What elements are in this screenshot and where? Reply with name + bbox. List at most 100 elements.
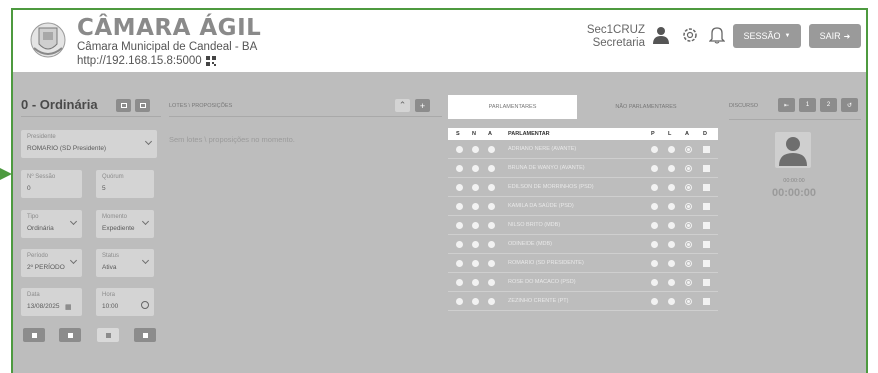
license-radio[interactable] [668,222,675,229]
chevron-down-icon [69,256,78,265]
speech-back-button[interactable]: ⇤ [778,98,795,112]
vote-sim-radio[interactable] [456,203,463,210]
presence-radio[interactable] [651,260,658,267]
license-radio[interactable] [668,279,675,286]
speech-reset-button[interactable]: ↺ [841,98,858,112]
moment-select[interactable]: Momento Expediente [96,210,154,238]
d-checkbox[interactable] [703,146,710,153]
absence-radio[interactable] [685,184,692,191]
presence-radio[interactable] [651,298,658,305]
speech-option-2-button[interactable]: 2 [820,98,837,112]
absence-radio[interactable] [685,165,692,172]
vote-nao-radio[interactable] [472,146,479,153]
license-radio[interactable] [668,298,675,305]
license-radio[interactable] [668,146,675,153]
calendar-icon[interactable]: ▦ [65,303,72,311]
vote-sim-radio[interactable] [456,298,463,305]
tab-nao-parlamentares[interactable]: NÃO PARLAMENTARES [591,95,701,119]
d-checkbox[interactable] [703,260,710,267]
vote-abstencao-radio[interactable] [488,260,495,267]
vote-abstencao-radio[interactable] [488,222,495,229]
absence-radio[interactable] [685,279,692,286]
vote-abstencao-radio[interactable] [488,298,495,305]
absence-radio[interactable] [685,146,692,153]
save-button[interactable] [23,328,45,342]
status-select[interactable]: Status Ativa [96,249,154,277]
user-role: Secretaria [592,37,645,49]
license-radio[interactable] [668,165,675,172]
date-field[interactable]: Data 13/08/2025 ▦ [21,288,82,316]
presence-radio[interactable] [651,279,658,286]
vote-sim-radio[interactable] [456,146,463,153]
license-radio[interactable] [668,241,675,248]
quorum-field[interactable]: Quórum 5 [96,170,154,198]
vote-abstencao-radio[interactable] [488,184,495,191]
license-radio[interactable] [668,203,675,210]
president-select[interactable]: Presidente ROMARIO (SD Presidente) [21,130,157,158]
session-menu-label: SESSÃO [743,31,781,41]
absence-radio[interactable] [685,241,692,248]
vote-nao-radio[interactable] [472,222,479,229]
d-checkbox[interactable] [703,241,710,248]
license-radio[interactable] [668,260,675,267]
absence-radio[interactable] [685,222,692,229]
vote-nao-radio[interactable] [472,203,479,210]
absence-radio[interactable] [685,203,692,210]
d-checkbox[interactable] [703,222,710,229]
vote-sim-radio[interactable] [456,241,463,248]
vote-sim-radio[interactable] [456,279,463,286]
vote-sim-radio[interactable] [456,165,463,172]
collapse-lots-button[interactable]: ⌃ [395,99,410,112]
vote-abstencao-radio[interactable] [488,146,495,153]
presence-radio[interactable] [651,222,658,229]
absence-radio[interactable] [685,298,692,305]
presence-radio[interactable] [651,184,658,191]
add-lot-button[interactable]: + [415,99,430,112]
vote-abstencao-radio[interactable] [488,203,495,210]
print-button[interactable] [116,99,131,112]
type-select[interactable]: Tipo Ordinária [21,210,82,238]
vote-nao-radio[interactable] [472,279,479,286]
vote-nao-radio[interactable] [472,298,479,305]
d-checkbox[interactable] [703,165,710,172]
session-menu-button[interactable]: SESSÃO ▼ [733,24,801,48]
qr-code-icon[interactable] [205,56,216,66]
presence-radio[interactable] [651,165,658,172]
logout-button[interactable]: SAIR ➜ [809,24,861,48]
session-number-field[interactable]: Nº Sessão 0 [21,170,82,198]
vote-sim-radio[interactable] [456,260,463,267]
presence-radio[interactable] [651,241,658,248]
vote-sim-radio[interactable] [456,184,463,191]
copy-button[interactable] [134,328,156,342]
app-title: CÂMARA ÁGIL [77,15,262,41]
user-icon[interactable] [653,26,669,44]
time-field[interactable]: Hora 10:00 [96,288,154,316]
d-checkbox[interactable] [703,203,710,210]
d-checkbox[interactable] [703,184,710,191]
vote-abstencao-radio[interactable] [488,165,495,172]
vote-nao-radio[interactable] [472,241,479,248]
tab-parlamentares[interactable]: PARLAMENTARES [448,95,577,119]
absence-radio[interactable] [685,260,692,267]
presence-radio[interactable] [651,146,658,153]
presence-radio[interactable] [651,203,658,210]
license-radio[interactable] [668,184,675,191]
d-checkbox[interactable] [703,279,710,286]
vote-sim-radio[interactable] [456,222,463,229]
gear-icon[interactable] [681,26,699,44]
chevron-down-icon [144,137,153,146]
vote-abstencao-radio[interactable] [488,241,495,248]
vote-abstencao-radio[interactable] [488,279,495,286]
clock-icon[interactable] [141,301,149,309]
vote-nao-radio[interactable] [472,165,479,172]
period-select[interactable]: Período 2º PERÍODO [21,249,82,277]
col-a2: A [685,131,689,137]
vote-nao-radio[interactable] [472,260,479,267]
bell-icon[interactable] [709,26,725,44]
exit-session-button[interactable] [97,328,119,342]
delete-button[interactable] [59,328,81,342]
speech-option-1-button[interactable]: 1 [799,98,816,112]
d-checkbox[interactable] [703,298,710,305]
display-button[interactable] [135,99,150,112]
vote-nao-radio[interactable] [472,184,479,191]
